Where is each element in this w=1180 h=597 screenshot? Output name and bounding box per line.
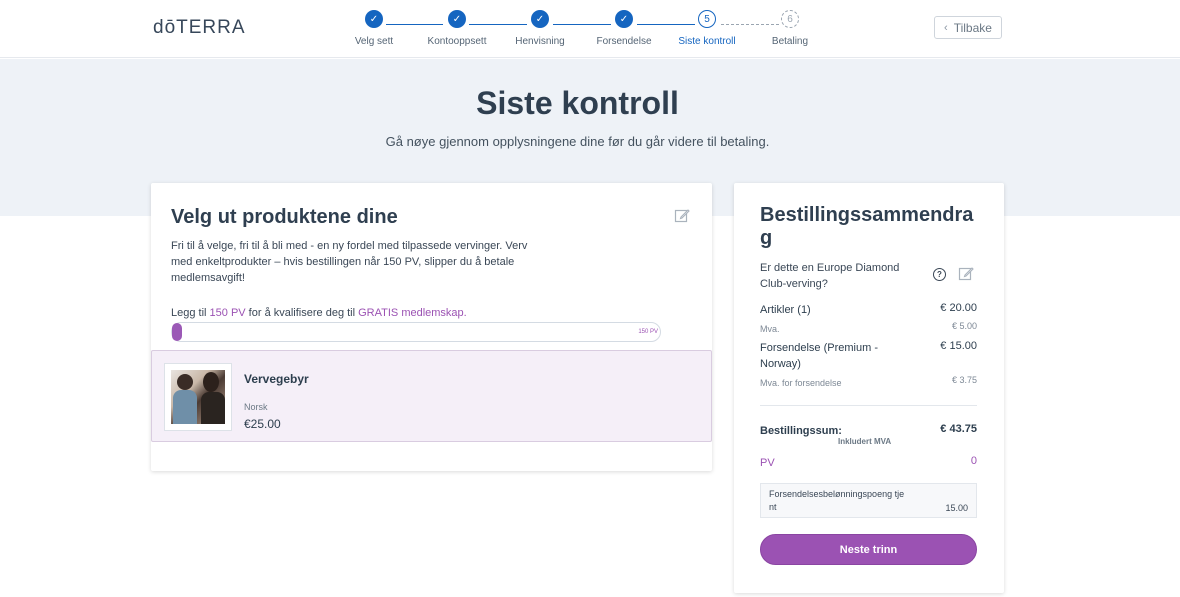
shipping-label: Forsendelse (Premium - Norway) xyxy=(760,342,878,370)
pv-progress-fill xyxy=(172,323,182,341)
step-number: 6 xyxy=(781,10,799,28)
step-velg-sett[interactable]: ✓ Velg sett xyxy=(334,10,414,47)
articles-row: Artikler (1) € 20.00 xyxy=(760,302,977,318)
products-card: Velg ut produktene dine Fri til å velge,… xyxy=(151,183,712,471)
edit-icon[interactable] xyxy=(674,208,690,224)
qualify-pv: 150 PV xyxy=(209,307,246,319)
page-title: Siste kontroll xyxy=(476,85,679,121)
check-icon: ✓ xyxy=(531,10,549,28)
step-henvisning[interactable]: ✓ Henvisning xyxy=(500,10,580,47)
step-kontooppsett[interactable]: ✓ Kontooppsett xyxy=(417,10,497,47)
pv-progress-bar: 150 PV xyxy=(171,322,661,342)
qualify-membership: GRATIS medlemskap. xyxy=(358,307,467,319)
back-button[interactable]: ‹ Tilbake xyxy=(934,16,1002,39)
step-siste-kontroll: 5 Siste kontroll xyxy=(667,10,747,47)
total-value: € 43.75 xyxy=(940,423,977,435)
products-description: Fri til å velge, fri til å bli med - en … xyxy=(171,240,528,284)
check-icon: ✓ xyxy=(448,10,466,28)
qualify-text: Legg til 150 PV for å kvalifisere deg ti… xyxy=(171,307,467,319)
next-step-button[interactable]: Neste trinn xyxy=(760,534,977,565)
step-forsendelse[interactable]: ✓ Forsendelse xyxy=(584,10,664,47)
chevron-left-icon: ‹ xyxy=(944,21,948,34)
product-name: Vervegebyr xyxy=(244,372,309,386)
help-icon[interactable]: ? xyxy=(933,268,946,281)
product-price: €25.00 xyxy=(244,417,281,431)
reward-label: Forsendelsesbelønningspoeng tjent xyxy=(769,489,905,512)
checkout-stepper: ✓ Velg sett ✓ Kontooppsett ✓ Henvisning … xyxy=(0,0,1180,58)
check-icon: ✓ xyxy=(615,10,633,28)
progress-end-label: 150 PV xyxy=(638,329,658,335)
reward-value: 15.00 xyxy=(945,503,968,513)
step-label: Henvisning xyxy=(515,36,565,47)
top-header: dōTERRA ✓ Velg sett ✓ Kontooppsett ✓ Hen… xyxy=(0,0,1180,58)
shipping-reward-box: Forsendelsesbelønningspoeng tjent 15.00 xyxy=(760,483,977,518)
product-language: Norsk xyxy=(244,402,268,412)
total-label: Bestillingssum: xyxy=(760,425,842,437)
back-label: Tilbake xyxy=(953,20,992,35)
summary-title: Bestillingssammendrag xyxy=(760,204,974,249)
vat-value: € 5.00 xyxy=(951,321,977,331)
product-image xyxy=(164,363,232,431)
shipping-value: € 15.00 xyxy=(940,340,977,352)
incl-vat-note: Inkludert MVA xyxy=(838,437,892,446)
pv-label: PV xyxy=(760,457,775,469)
edit-icon[interactable] xyxy=(958,266,974,282)
diamond-club-question: Er dette en Europe Diamond Club-verving? xyxy=(760,262,900,290)
product-item[interactable]: Vervegebyr Norsk €25.00 xyxy=(151,350,712,442)
page-subtitle: Gå nøye gjennom opplysningene dine før d… xyxy=(385,134,770,149)
articles-label: Artikler (1) xyxy=(760,304,811,316)
vat-label: Mva. xyxy=(760,324,780,334)
check-icon: ✓ xyxy=(365,10,383,28)
shipping-vat-label: Mva. for forsendelse xyxy=(760,378,842,388)
step-label: Betaling xyxy=(771,36,809,47)
shipping-vat-row: Mva. for forsendelse € 3.75 xyxy=(760,375,977,391)
pv-value: 0 xyxy=(970,455,977,467)
step-label: Velg sett xyxy=(354,36,394,47)
shipping-row: Forsendelse (Premium - Norway) € 15.00 xyxy=(760,340,977,372)
products-title: Velg ut produktene dine xyxy=(171,206,398,228)
vat-row: Mva. € 5.00 xyxy=(760,321,977,337)
step-number: 5 xyxy=(698,10,716,28)
step-betaling: 6 Betaling xyxy=(750,10,830,47)
order-summary-card: Bestillingssammendrag Er dette en Europe… xyxy=(734,183,1004,593)
shipping-vat-value: € 3.75 xyxy=(951,375,977,385)
step-label: Kontooppsett xyxy=(427,36,487,47)
step-label: Forsendelse xyxy=(596,36,652,47)
pv-row: PV 0 xyxy=(760,455,977,471)
divider xyxy=(760,405,977,406)
step-label: Siste kontroll xyxy=(678,36,736,47)
articles-value: € 20.00 xyxy=(940,302,977,314)
